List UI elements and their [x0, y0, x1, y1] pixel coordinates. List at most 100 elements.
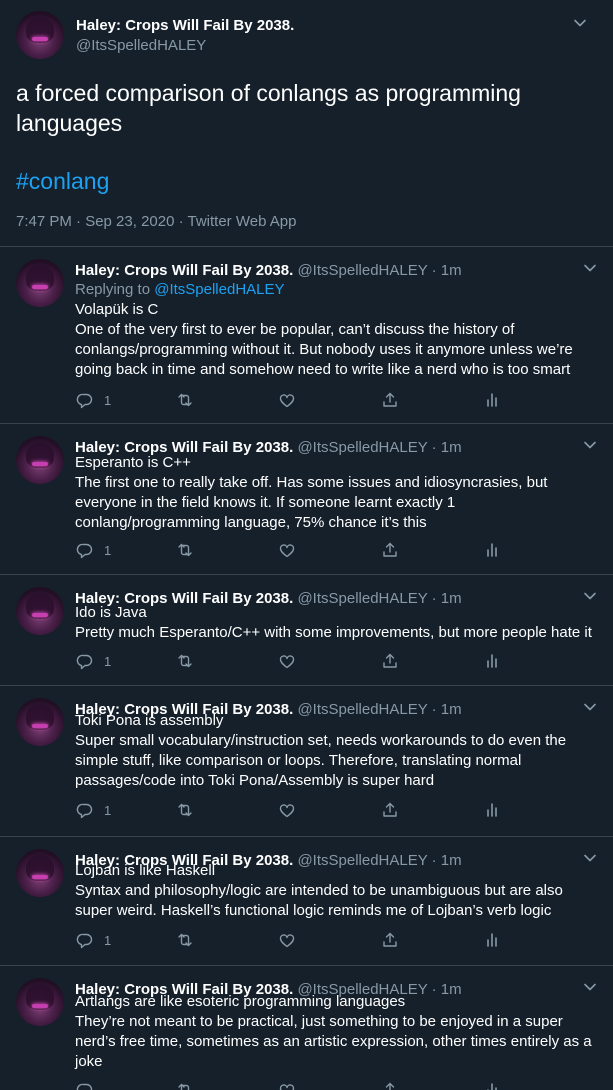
analytics-button[interactable]	[483, 540, 501, 560]
analytics-icon	[483, 652, 501, 670]
action-bar: 1	[76, 800, 506, 820]
avatar[interactable]	[16, 978, 64, 1026]
reply-tweet: Haley: Crops Will Fail By 2038. @ItsSpel…	[0, 575, 613, 686]
reply-line-1: Artlangs are like esoteric programming l…	[75, 993, 406, 1010]
main-tweet: Haley: Crops Will Fail By 2038. @ItsSpel…	[0, 0, 613, 247]
reply-line-1: Volapük is C	[75, 301, 159, 318]
replying-prefix: Replying to	[75, 281, 155, 298]
reply-button[interactable]: 1	[76, 390, 111, 410]
reply-button[interactable]: 1	[76, 930, 111, 950]
avatar[interactable]	[16, 11, 64, 59]
action-bar: 1	[76, 390, 506, 410]
replying-to-link[interactable]: @ItsSpelledHALEY	[154, 281, 284, 298]
reply-line-2: The first one to really take off. Has so…	[75, 474, 548, 531]
action-bar	[76, 1080, 506, 1090]
reply-icon	[76, 391, 94, 409]
share-button[interactable]	[381, 651, 399, 671]
analytics-icon	[483, 541, 501, 559]
avatar[interactable]	[16, 436, 64, 484]
share-icon	[381, 541, 399, 559]
like-button[interactable]	[278, 390, 296, 410]
like-button[interactable]	[278, 800, 296, 820]
analytics-icon	[483, 1081, 501, 1090]
retweet-button[interactable]	[176, 390, 194, 410]
reply-tweet: Haley: Crops Will Fail By 2038. @ItsSpel…	[0, 686, 613, 837]
action-bar: 1	[76, 540, 506, 560]
reply-icon	[76, 931, 94, 949]
hashtag-link[interactable]: #conlang	[16, 168, 109, 195]
reply-line-2: Super small vocabulary/instruction set, …	[75, 732, 567, 789]
analytics-button[interactable]	[483, 800, 501, 820]
reply-tweet: Haley: Crops Will Fail By 2038. @ItsSpel…	[0, 247, 613, 424]
reply-button[interactable]: 1	[76, 651, 111, 671]
retweet-button[interactable]	[176, 1080, 194, 1090]
reply-line-1: Ido is Java	[75, 604, 147, 621]
reply-count: 1	[104, 392, 112, 408]
share-button[interactable]	[381, 1080, 399, 1090]
reply-line-2: Syntax and philosophy/logic are intended…	[75, 882, 563, 919]
analytics-icon	[483, 931, 501, 949]
reply-icon	[76, 801, 94, 819]
retweet-button[interactable]	[176, 800, 194, 820]
share-button[interactable]	[381, 540, 399, 560]
reply-button[interactable]: 1	[76, 800, 111, 820]
reply-body: Esperanto is C++ The first one to really…	[75, 453, 600, 533]
author-handle[interactable]: @ItsSpelledHALEY	[76, 37, 206, 54]
heart-icon	[278, 801, 296, 819]
tweet-text: a forced comparison of conlangs as progr…	[16, 80, 521, 136]
reply-line-2: They’re not meant to be practical, just …	[75, 1013, 592, 1070]
reply-icon	[76, 652, 94, 670]
reply-count: 1	[104, 542, 112, 558]
retweet-button[interactable]	[176, 651, 194, 671]
reply-line-1: Toki Pona is assembly	[75, 712, 224, 729]
retweet-icon	[176, 801, 194, 819]
like-button[interactable]	[278, 930, 296, 950]
analytics-button[interactable]	[483, 1080, 501, 1090]
reply-body: Toki Pona is assembly Super small vocabu…	[75, 711, 600, 791]
share-icon	[381, 391, 399, 409]
analytics-icon	[483, 801, 501, 819]
retweet-icon	[176, 1081, 194, 1090]
retweet-icon	[176, 931, 194, 949]
avatar[interactable]	[16, 587, 64, 635]
chevron-down-icon[interactable]	[573, 16, 587, 30]
chevron-down-icon[interactable]	[583, 261, 597, 275]
reply-icon	[76, 1081, 94, 1090]
reply-count: 1	[104, 653, 112, 669]
analytics-button[interactable]	[483, 390, 501, 410]
share-button[interactable]	[381, 800, 399, 820]
share-icon	[381, 1081, 399, 1090]
author-name[interactable]: Haley: Crops Will Fail By 2038.	[76, 17, 294, 34]
avatar[interactable]	[16, 849, 64, 897]
like-button[interactable]	[278, 651, 296, 671]
reply-button[interactable]: 1	[76, 540, 111, 560]
analytics-button[interactable]	[483, 930, 501, 950]
reply-header: Haley: Crops Will Fail By 2038. @ItsSpel…	[75, 262, 462, 279]
share-icon	[381, 652, 399, 670]
share-button[interactable]	[381, 930, 399, 950]
retweet-icon	[176, 652, 194, 670]
share-button[interactable]	[381, 390, 399, 410]
chevron-down-icon[interactable]	[583, 589, 597, 603]
author-name[interactable]: Haley: Crops Will Fail By 2038.	[75, 262, 293, 279]
analytics-button[interactable]	[483, 651, 501, 671]
reply-line-1: Lojban is like Haskell	[75, 862, 216, 879]
analytics-icon	[483, 391, 501, 409]
chevron-down-icon[interactable]	[583, 438, 597, 452]
reply-count: 1	[104, 932, 112, 948]
avatar[interactable]	[16, 259, 64, 307]
reply-button[interactable]	[76, 1080, 94, 1090]
reply-count: 1	[104, 802, 112, 818]
avatar[interactable]	[16, 698, 64, 746]
tweet-timestamp: 7:47 PM · Sep 23, 2020 · Twitter Web App	[16, 213, 297, 230]
reply-body: Lojban is like Haskell Syntax and philos…	[75, 861, 600, 921]
heart-icon	[278, 931, 296, 949]
action-bar: 1	[76, 930, 506, 950]
retweet-button[interactable]	[176, 540, 194, 560]
share-icon	[381, 931, 399, 949]
retweet-button[interactable]	[176, 930, 194, 950]
like-button[interactable]	[278, 540, 296, 560]
heart-icon	[278, 541, 296, 559]
like-button[interactable]	[278, 1080, 296, 1090]
reply-line-1: Esperanto is C++	[75, 454, 191, 471]
